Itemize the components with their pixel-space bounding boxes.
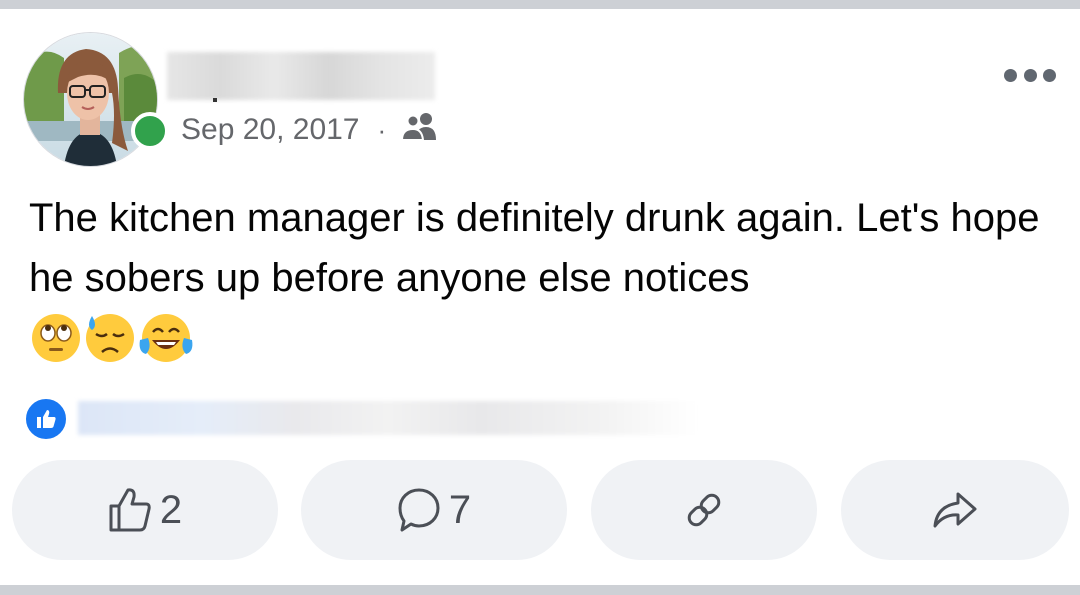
comment-button[interactable]: 7: [301, 460, 567, 560]
author-name-redacted[interactable]: [167, 52, 435, 100]
downcast-sweat-emoji-icon: [84, 312, 138, 366]
more-options-icon[interactable]: [1004, 66, 1056, 84]
friends-icon[interactable]: [401, 111, 438, 149]
like-reaction-icon[interactable]: [23, 396, 69, 442]
redaction-artifact: [213, 98, 217, 102]
dot: [1004, 68, 1017, 82]
share-button[interactable]: [841, 460, 1069, 560]
comment-bubble-icon: [397, 487, 441, 533]
dot: [1023, 68, 1037, 82]
post-date[interactable]: Sep 20, 2017: [181, 113, 360, 147]
post-text: The kitchen manager is definitely drunk …: [29, 196, 1040, 300]
thumbs-up-icon: [108, 486, 152, 534]
emoji-row: [30, 312, 196, 366]
like-button[interactable]: 2: [12, 460, 278, 560]
share-arrow-icon: [932, 491, 978, 529]
copy-link-button[interactable]: [591, 460, 817, 560]
comment-count: 7: [448, 487, 472, 532]
post-meta: Sep 20, 2017 ·: [181, 112, 438, 148]
post-card: Sep 20, 2017 · The kitchen manager is de…: [0, 0, 1080, 595]
online-status-dot: [131, 112, 169, 150]
reactions-summary-redacted[interactable]: [78, 401, 698, 435]
bottom-divider: [0, 585, 1080, 595]
top-divider: [0, 0, 1080, 9]
tears-of-joy-emoji-icon: [138, 312, 196, 366]
link-icon: [684, 490, 724, 530]
like-count: 2: [159, 487, 183, 532]
dot: [1043, 68, 1056, 82]
rolling-eyes-emoji-icon: [30, 312, 84, 366]
meta-separator: ·: [377, 114, 387, 145]
avatar[interactable]: [24, 33, 157, 166]
